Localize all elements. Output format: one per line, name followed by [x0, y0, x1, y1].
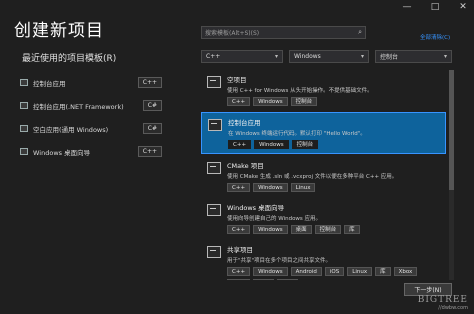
template-tag: 控制台 [290, 97, 318, 106]
page-title: 创建新项目 [14, 21, 104, 41]
template-description: 在 Windows 终端运行代码。默认打印 "Hello World"。 [228, 131, 366, 137]
project-type-filter[interactable]: 控制台 ▾ [375, 50, 452, 63]
template-tag: Windows [254, 140, 289, 149]
template-tags: C++ Windows Linux [227, 183, 440, 192]
template-tag: 控制台 [314, 225, 342, 234]
template-icon [207, 76, 221, 88]
chevron-down-icon: ▾ [274, 53, 278, 60]
project-type-filter-value: 控制台 [380, 54, 399, 61]
platform-filter-value: Windows [294, 53, 321, 60]
template-description: 使用 C++ for Windows 从头开始操作。不提供基础文件。 [227, 88, 373, 94]
template-tag: C++ [227, 267, 251, 276]
template-description: 用于"共享"项目在多个项目之间共享文件。 [227, 258, 332, 264]
template-tag: Linux [347, 267, 373, 276]
template-tag: 桌面 [290, 225, 312, 234]
template-description: 使用 CMake 生成 .sln 或 .vcxproj 文件以便在多种平台 C+… [227, 174, 398, 180]
watermark-sub: //dwbw.com [438, 305, 468, 311]
template-description: 使用向导创建自己的 Windows 应用。 [227, 216, 322, 222]
language-badge: C# [142, 123, 162, 134]
template-icon [20, 148, 28, 155]
template-tag: C++ [227, 97, 251, 106]
template-list-scrollbar[interactable] [449, 70, 454, 280]
language-badge: C++ [137, 77, 162, 88]
template-name: 共享项目 [227, 246, 253, 254]
template-name: CMake 项目 [227, 162, 264, 170]
template-tag: UWP [227, 279, 250, 280]
language-badge: C++ [137, 146, 162, 157]
template-tag: 库 [344, 225, 360, 234]
template-name: 控制台应用 [228, 119, 261, 127]
template-tags: C++ Windows 控制台 [228, 140, 439, 149]
chevron-down-icon: ▾ [360, 53, 364, 60]
watermark: BIGTREE //dwbw.com [418, 295, 468, 311]
platform-filter[interactable]: Windows ▾ [289, 50, 369, 63]
template-tags: C++WindowsAndroidiOSLinux库Xbox UWP游戏移动 [227, 267, 440, 280]
template-item[interactable]: Windows 桌面向导使用向导创建自己的 Windows 应用。 C++ Wind… [201, 198, 446, 238]
template-tag: Linux [290, 183, 316, 192]
watermark-main: BIGTREE [417, 295, 468, 305]
template-icon [207, 246, 221, 258]
recent-template-label: Windows 桌面向导 [33, 148, 91, 157]
template-icon [207, 162, 221, 174]
template-tag: Windows [253, 267, 288, 276]
search-placeholder: 搜索模板(Alt+S)(S) [205, 30, 260, 37]
recent-template-item[interactable]: Windows 桌面向导 C++ [20, 143, 162, 160]
recent-template-item[interactable]: 控制台应用(.NET Framework) C# [20, 97, 162, 114]
maximize-button[interactable]: □ [430, 2, 440, 12]
search-input[interactable]: 搜索模板(Alt+S)(S) ⌕ [201, 26, 366, 39]
template-item[interactable]: CMake 项目使用 CMake 生成 .sln 或 .vcxproj 文件以便… [201, 156, 446, 196]
template-item[interactable]: 空项目使用 C++ for Windows 从头开始操作。不提供基础文件。 C++… [201, 70, 446, 110]
template-name: 空项目 [227, 76, 247, 84]
template-tag: Windows [253, 183, 288, 192]
template-tag: 游戏 [252, 279, 274, 280]
close-button[interactable]: ✕ [458, 2, 468, 12]
search-icon[interactable]: ⌕ [358, 28, 362, 37]
template-tag: Windows [253, 225, 288, 234]
template-icon [208, 119, 222, 131]
recent-templates-title: 最近使用的项目模板(R) [22, 54, 117, 64]
recent-template-label: 控制台应用(.NET Framework) [33, 102, 124, 111]
template-tag: C++ [227, 183, 251, 192]
language-filter-value: C++ [206, 53, 221, 60]
scrollbar-thumb[interactable] [449, 70, 454, 190]
window-controls: — □ ✕ [402, 2, 468, 12]
template-tag: Android [290, 267, 322, 276]
template-name: Windows 桌面向导 [227, 204, 285, 212]
template-tag: 移动 [276, 279, 298, 280]
template-tag: C++ [227, 225, 251, 234]
template-list: 空项目使用 C++ for Windows 从头开始操作。不提供基础文件。 C++… [201, 70, 446, 280]
language-badge: C# [142, 100, 162, 111]
template-icon [20, 125, 28, 132]
recent-templates-list: 控制台应用 C++ 控制台应用(.NET Framework) C# 空白应用(通用 W… [20, 74, 162, 166]
recent-template-label: 空白应用(通用 Windows) [33, 125, 109, 134]
language-filter[interactable]: C++ ▾ [201, 50, 283, 63]
recent-template-label: 控制台应用 [33, 79, 66, 88]
recent-template-item[interactable]: 控制台应用 C++ [20, 74, 162, 91]
template-tag: Xbox [393, 267, 418, 276]
clear-all-link[interactable]: 全部清除(C) [420, 33, 450, 41]
template-icon [20, 102, 28, 109]
template-tag: 库 [375, 267, 391, 276]
chevron-down-icon: ▾ [443, 53, 447, 60]
template-tags: C++ Windows 桌面 控制台库 [227, 225, 440, 234]
template-tags: C++ Windows 控制台 [227, 97, 440, 106]
minimize-button[interactable]: — [402, 2, 412, 12]
template-icon [20, 79, 28, 86]
template-item[interactable]: 控制台应用在 Windows 终端运行代码。默认打印 "Hello World"… [201, 112, 446, 154]
template-icon [207, 204, 221, 216]
template-tag: C++ [228, 140, 252, 149]
template-tag: 控制台 [291, 140, 319, 149]
recent-template-item[interactable]: 空白应用(通用 Windows) C# [20, 120, 162, 137]
template-tag: iOS [324, 267, 345, 276]
template-tag: Windows [253, 97, 288, 106]
template-item[interactable]: 共享项目用于"共享"项目在多个项目之间共享文件。 C++ Windows Androi… [201, 240, 446, 280]
